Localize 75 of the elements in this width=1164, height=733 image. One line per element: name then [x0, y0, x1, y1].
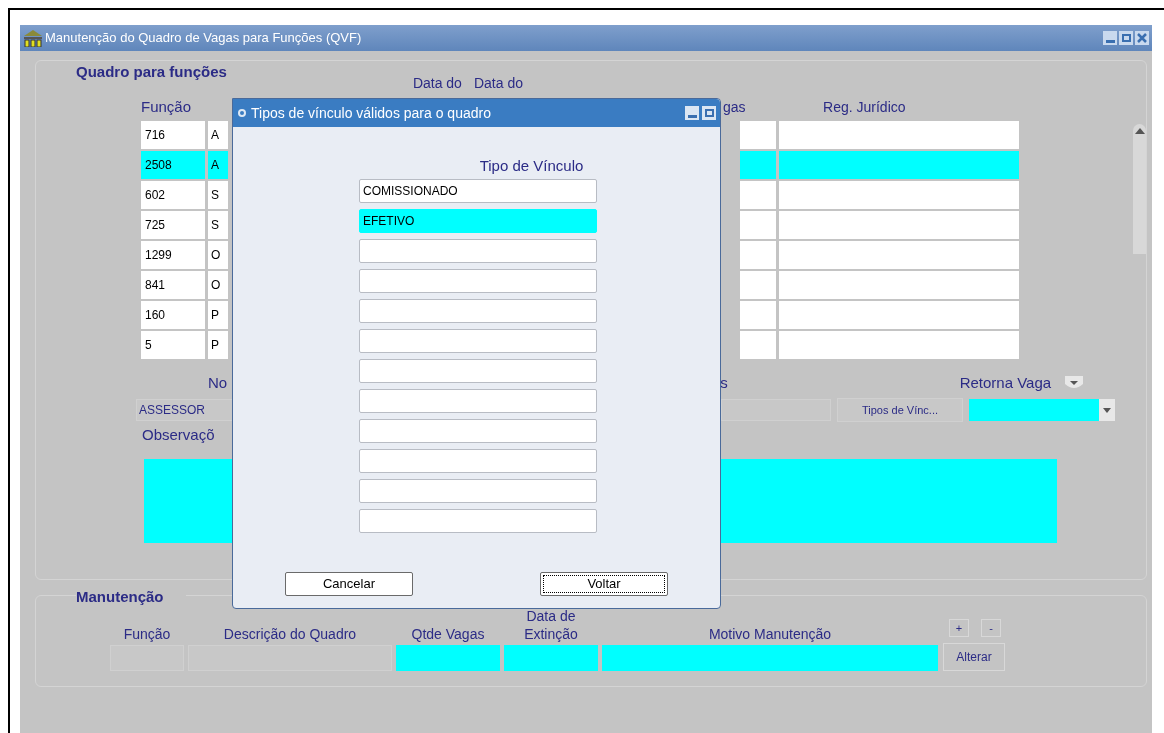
table-cell: O [208, 271, 228, 299]
table-cell [740, 211, 776, 239]
list-field[interactable] [359, 328, 597, 353]
caret-icon [1103, 407, 1111, 413]
table-cell [740, 271, 776, 299]
column-header: Data de Extinção [523, 606, 579, 643]
column-header: Descrição do Quadro [223, 624, 357, 643]
column-header: Motivo Manutenção [708, 624, 832, 643]
table-cell [740, 241, 776, 269]
table-cell [740, 151, 776, 179]
table-cell: A [208, 151, 228, 179]
dialog-title: Tipos de vínculo válidos para o quadro [251, 103, 491, 123]
alter-button[interactable]: Alterar [943, 642, 1005, 671]
window-title: Manutenção do Quadro de Vagas para Funções (QVF) [45, 29, 362, 48]
table-cell: 725 [141, 211, 205, 239]
table-cell: 5 [141, 331, 205, 359]
table-cell: 602 [141, 181, 205, 209]
maximize-button[interactable] [1119, 31, 1133, 45]
input-field[interactable] [396, 644, 500, 671]
column-header: gas [723, 98, 747, 117]
maximize-button[interactable] [702, 106, 716, 120]
list-field[interactable] [359, 238, 597, 263]
scroll-up-arrow-icon [1134, 128, 1145, 134]
window-icon [237, 108, 247, 118]
input-field[interactable] [602, 644, 938, 671]
dialog-button[interactable]: Voltar [540, 572, 668, 596]
table-cell: A [208, 121, 228, 149]
table-cell [740, 301, 776, 329]
table-cell: O [208, 241, 228, 269]
table-cell [740, 331, 776, 359]
table-cell: 160 [141, 301, 205, 329]
field-label: s [720, 372, 728, 393]
close-button[interactable] [1135, 31, 1149, 45]
table-cell [740, 181, 776, 209]
table-cell: 841 [141, 271, 205, 299]
list-field[interactable] [359, 298, 597, 323]
table-cell: 716 [141, 121, 205, 149]
building-icon [23, 29, 43, 47]
table-cell: S [208, 181, 228, 209]
dialog-button[interactable]: Cancelar [285, 572, 413, 596]
column-header: Qtde Vagas [411, 624, 485, 643]
list-field[interactable] [359, 418, 597, 443]
list-field[interactable] [359, 448, 597, 473]
field-label: Retorna Vaga [959, 372, 1052, 393]
column-header: Data do [412, 74, 462, 93]
list-field[interactable] [359, 358, 597, 383]
column-header: Data do [473, 74, 523, 93]
section-title: Quadro para funções [76, 62, 227, 82]
table-cell [740, 121, 776, 149]
table-cell: P [208, 301, 228, 329]
field-label: Observaçõ [142, 425, 215, 445]
add-button[interactable]: + [949, 618, 969, 637]
table-cell: 2508 [141, 151, 205, 179]
table-cell: 1299 [141, 241, 205, 269]
list-field[interactable] [359, 508, 597, 533]
dropdown[interactable] [969, 399, 1115, 421]
column-header: Função [123, 624, 171, 643]
input-field[interactable] [504, 644, 598, 671]
column-header: Tipo de Vínculo [479, 156, 584, 176]
tipos-button[interactable]: Tipos de Vínc... [837, 398, 963, 422]
remove-button[interactable]: - [981, 618, 1001, 637]
table-cell: S [208, 211, 228, 239]
input-field[interactable] [721, 399, 831, 421]
field-label: No [208, 372, 228, 393]
list-field[interactable] [359, 388, 597, 413]
list-field[interactable] [359, 268, 597, 293]
minimize-button[interactable] [685, 106, 699, 120]
scrollbar[interactable] [1133, 124, 1146, 254]
minimize-button[interactable] [1103, 31, 1117, 45]
column-header: Função [141, 96, 192, 117]
table-cell: P [208, 331, 228, 359]
list-field[interactable]: EFETIVO [359, 208, 597, 233]
list-field[interactable] [359, 478, 597, 503]
column-header: Reg. Jurídico [823, 98, 906, 117]
list-field[interactable]: COMISSIONADO [359, 178, 597, 203]
